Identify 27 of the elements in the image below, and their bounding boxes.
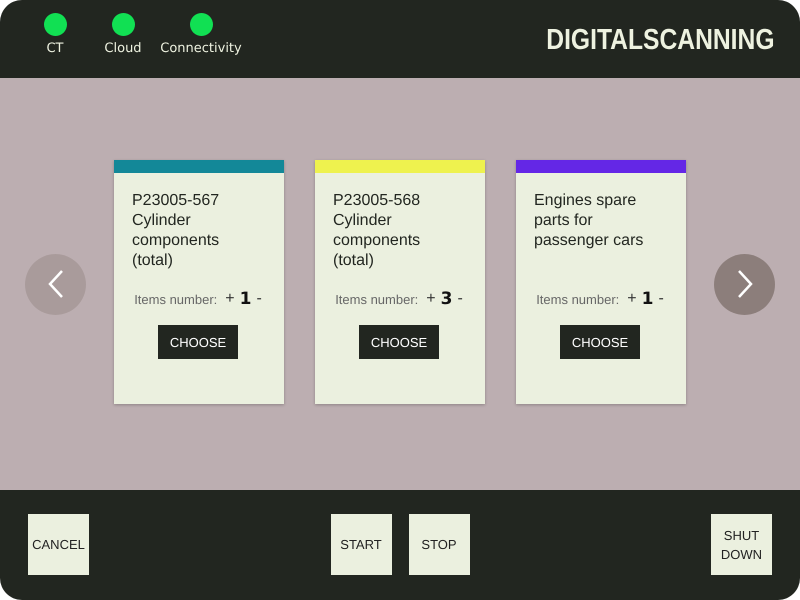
decrement-button[interactable]: - — [256, 290, 262, 308]
items-label: Items number: — [536, 292, 620, 306]
increment-button[interactable]: + — [426, 290, 436, 308]
card-title: P23005-568 Cylinder components (total) — [333, 191, 422, 271]
choose-button[interactable]: CHOOSE — [359, 325, 439, 359]
footer-button[interactable]: SHUT DOWN — [711, 514, 772, 575]
footer-button[interactable]: STOP — [408, 514, 470, 575]
footer-button[interactable]: START — [330, 514, 392, 575]
item-count: 1 — [240, 289, 252, 309]
item-count: 1 — [642, 289, 654, 309]
increment-button[interactable]: + — [225, 290, 235, 308]
choose-button[interactable]: CHOOSE — [158, 325, 238, 359]
decrement-button[interactable]: - — [658, 290, 664, 308]
chevron-left-icon — [46, 269, 66, 299]
decrement-button[interactable]: - — [457, 290, 463, 308]
items-label: Items number: — [134, 292, 218, 306]
status-label: Cloud — [104, 41, 142, 56]
choose-button[interactable]: CHOOSE — [560, 325, 640, 359]
footer-button[interactable]: CANCEL — [28, 514, 89, 575]
card-title: P23005-567 Cylinder components (total) — [132, 191, 220, 271]
increment-button[interactable]: + — [627, 290, 637, 308]
brand-title: DIGITALSCANNING — [546, 23, 775, 57]
items-label: Items number: — [335, 292, 418, 306]
item-count: 3 — [440, 289, 452, 309]
status-label: CT — [46, 41, 64, 56]
status-label: Connectivity — [160, 41, 242, 56]
card-title: Engines spare parts for passenger cars — [534, 191, 644, 251]
